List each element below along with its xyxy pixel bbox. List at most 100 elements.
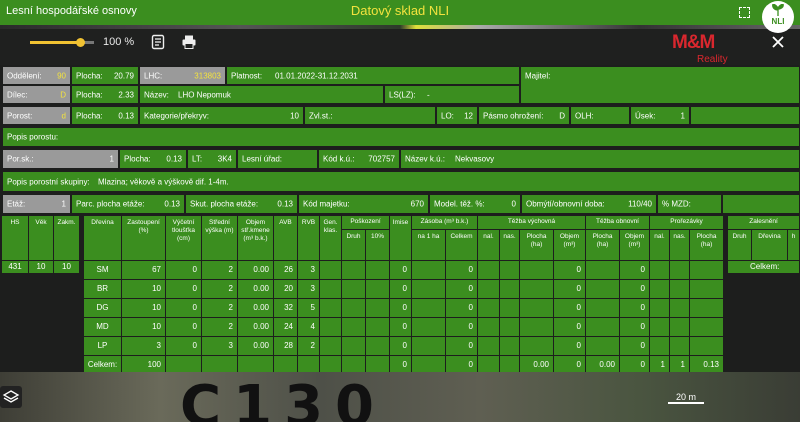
plocha-porost-field: Plocha: 0.13 (71, 106, 139, 125)
tezba-obnovni-header: Těžba obnovní (586, 216, 650, 230)
table-cell (342, 261, 366, 280)
avb-header: AVB (274, 216, 298, 261)
table-cell (650, 337, 670, 356)
table-cell (690, 299, 724, 318)
table-cell (500, 261, 520, 280)
table-cell (650, 299, 670, 318)
imise-header: Imise (390, 216, 412, 261)
table-cell (520, 299, 554, 318)
table-cell: 2 (202, 299, 238, 318)
table-cell: 2 (202, 261, 238, 280)
pr-nas-header: nas. (670, 230, 690, 261)
table-cell (586, 318, 620, 337)
print-icon[interactable] (181, 34, 197, 50)
table-cell: 3 (298, 280, 320, 299)
table-cell (478, 280, 500, 299)
table-cell (520, 261, 554, 280)
top-bar: Lesní hospodářské osnovy Datový sklad NL… (0, 0, 800, 33)
lhc-field: LHC: 313803 (139, 66, 226, 85)
table-cell (650, 280, 670, 299)
table-cell (342, 337, 366, 356)
por-sk-field: Por.sk.: 1 (2, 149, 119, 169)
zoom-slider[interactable] (30, 38, 94, 47)
table-cell (670, 299, 690, 318)
table-cell: 67 (122, 261, 166, 280)
table-cell (670, 261, 690, 280)
table-cell (412, 337, 446, 356)
table-cell (412, 280, 446, 299)
table-cell: 0 (390, 337, 412, 356)
table-cell: MD (84, 318, 122, 337)
porost-field: Porost: d (2, 106, 71, 125)
table-cell (670, 280, 690, 299)
hs-header: HS (2, 216, 29, 261)
table-cell: 0 (166, 299, 202, 318)
table-cell: DG (84, 299, 122, 318)
table-cell (500, 318, 520, 337)
table-cell (412, 318, 446, 337)
table-cell: 0 (554, 318, 586, 337)
table-cell: 0 (620, 337, 650, 356)
table-cell (586, 261, 620, 280)
table-cell: 3 (202, 337, 238, 356)
lt-field: LT: 3K4 (187, 149, 237, 169)
table-cell (342, 280, 366, 299)
table-cell: 0 (446, 280, 478, 299)
table-cell: 0 (446, 261, 478, 280)
table-cell: 0 (554, 337, 586, 356)
tezba-vychovna-header: Těžba výchovná (478, 216, 586, 230)
table-cell (478, 261, 500, 280)
zoom-level: 100 % (103, 36, 135, 48)
parc-plocha-field: Parc. plocha etáže: 0.13 (71, 194, 185, 214)
table-cell (366, 280, 390, 299)
table-cell: 0 (166, 318, 202, 337)
table-cell: 0 (166, 280, 202, 299)
table-cell: 2 (202, 318, 238, 337)
table-cell (366, 318, 390, 337)
table-cell (342, 299, 366, 318)
zakm-header: Zakm. (54, 216, 80, 261)
poskozeni-druh-header: Druh (342, 230, 366, 261)
kod-ku-field: Kód k.ú.: 702757 (318, 149, 400, 169)
table-cell: 10 (122, 318, 166, 337)
nazev-ku-field: Název k.ú.: Nekvasovy (400, 149, 800, 169)
layers-button[interactable] (0, 386, 22, 408)
table-cell: 0 (446, 299, 478, 318)
table-cell (670, 337, 690, 356)
map-label: C130 (180, 374, 386, 422)
table-cell (478, 318, 500, 337)
zoom-slider-fill (30, 41, 80, 44)
plocha-porsk-field: Plocha: 0.13 (119, 149, 187, 169)
nli-logo[interactable]: NLI (762, 1, 794, 33)
document-icon[interactable] (150, 34, 166, 50)
table-cell (342, 318, 366, 337)
table-cell (412, 299, 446, 318)
table-cell: SM (84, 261, 122, 280)
vek-header: Věk (29, 216, 54, 261)
table-cell (690, 318, 724, 337)
expand-icon[interactable] (739, 7, 750, 18)
table-cell: 32 (274, 299, 298, 318)
table-cell (586, 280, 620, 299)
layers-icon (2, 390, 20, 403)
skut-plocha-field: Skut. plocha etáže: 0.13 (185, 194, 298, 214)
app-window: { "header": { "app_title": "Lesní hospod… (0, 0, 800, 422)
hs-value: 431 (2, 261, 29, 274)
table-cell (500, 337, 520, 356)
table-cell (320, 280, 342, 299)
majitel-field: Majitel: (520, 66, 800, 104)
table-cell: 0.00 (238, 299, 274, 318)
table-cell: 0 (620, 318, 650, 337)
kod-majetku-field: Kód majetku: 670 (298, 194, 429, 214)
table-cell: 0.00 (238, 280, 274, 299)
lesni-urad-field: Lesní úřad: (237, 149, 318, 169)
table-cell (478, 299, 500, 318)
zoom-slider-handle[interactable] (75, 38, 85, 47)
table-cell: 0 (620, 280, 650, 299)
table-cell: 0 (390, 261, 412, 280)
table-cell (320, 261, 342, 280)
poskozeni-header: Poškození (342, 216, 390, 230)
etaz-field: Etáž: 1 (2, 194, 71, 214)
close-icon[interactable] (771, 35, 785, 49)
plocha-oddeleni-field: Plocha: 20.79 (71, 66, 139, 85)
